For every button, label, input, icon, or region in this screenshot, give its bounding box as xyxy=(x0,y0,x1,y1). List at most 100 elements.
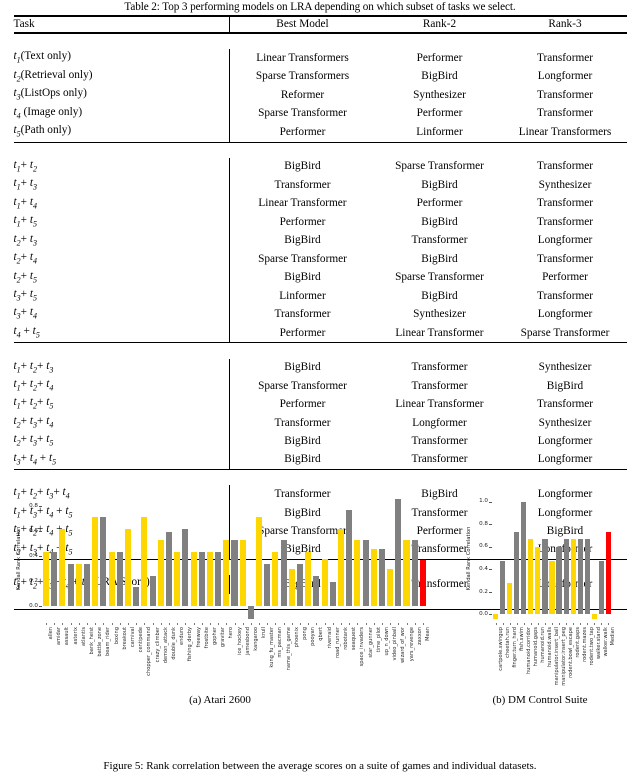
bar xyxy=(362,539,369,606)
bar xyxy=(272,552,279,606)
x-axis-tick-mark xyxy=(316,623,318,626)
paper-page: Table 2: Top 3 performing models on LRA … xyxy=(0,0,640,772)
x-axis-tick-label: kangaroo xyxy=(252,627,259,651)
y-axis-tick-label: 1.0 xyxy=(479,498,488,505)
bar xyxy=(108,552,115,606)
row-task-label: t3+ t4 + t5 xyxy=(13,450,230,470)
row-task-label: t2+ t3 xyxy=(13,231,230,251)
x-axis-tick-label: krull xyxy=(261,627,268,639)
table-row: t2(Retrieval only) Sparse Transformers B… xyxy=(13,67,627,87)
bar xyxy=(570,538,576,615)
row-task-label: t2+ t5 xyxy=(13,268,230,288)
x-axis-tick-mark xyxy=(332,623,334,626)
cell-rank2: Performer xyxy=(416,107,463,120)
x-axis-tick-mark xyxy=(502,623,504,626)
x-axis-tick-mark xyxy=(308,623,310,626)
bar xyxy=(100,517,107,606)
bar xyxy=(92,517,99,606)
column-header-rank3: Rank-3 xyxy=(503,14,627,34)
x-axis-tick-label: walker.stand xyxy=(596,627,603,660)
x-axis-tick-mark xyxy=(168,623,170,626)
bar xyxy=(403,539,410,606)
bar xyxy=(514,532,520,615)
y-axis-tick-mark xyxy=(39,531,42,532)
row-task-label: t2(Retrieval only) xyxy=(13,67,230,87)
x-axis-tick-label: humanoid.run xyxy=(539,627,546,663)
subcaption-a: (a) Atari 2600 xyxy=(189,694,251,706)
x-axis-tick-mark xyxy=(537,623,539,626)
table-header-row: Task Best Model Rank-2 Rank-3 xyxy=(13,14,627,34)
x-axis-tick-mark xyxy=(177,623,178,626)
x-axis-tick-label: cartpole.swingup xyxy=(497,627,504,671)
cell-rank3: Transformer xyxy=(536,107,594,120)
cell-rank2: Sparse Transformer xyxy=(395,271,484,284)
x-axis-tick-mark xyxy=(119,623,121,626)
cell-rank2: Longformer xyxy=(412,416,467,429)
bar xyxy=(337,528,344,606)
bar xyxy=(206,552,213,606)
bar xyxy=(507,582,513,615)
x-axis-tick-mark xyxy=(587,623,589,626)
bar xyxy=(116,552,123,606)
cell-best-model: Performer xyxy=(279,326,326,339)
cell-rank3: Synthesizer xyxy=(538,416,592,429)
x-axis-tick-label: crazy_climber xyxy=(154,627,161,663)
x-axis-tick-mark xyxy=(95,623,97,626)
x-axis-tick-mark xyxy=(422,623,424,626)
y-axis-tick-label: 0.6 xyxy=(29,527,38,534)
y-axis-tick-mark xyxy=(39,556,42,557)
bar xyxy=(499,561,506,615)
x-axis-tick-label: phoenix xyxy=(293,627,300,648)
cell-best-model: Sparse Transformers xyxy=(255,70,350,83)
y-axis-tick-label: 0.0 xyxy=(479,611,488,618)
cell-best-model: Performer xyxy=(279,125,326,138)
column-header-best-model: Best Model xyxy=(229,14,376,34)
cell-rank3: Longformer xyxy=(537,234,593,247)
x-axis-tick-label: up_n_down xyxy=(383,627,390,656)
bar xyxy=(239,539,246,606)
bar xyxy=(59,528,66,606)
bar xyxy=(182,528,189,606)
cell-best-model: BigBird xyxy=(284,271,321,284)
x-axis-tick-mark xyxy=(291,623,293,626)
table-row: t2+ t3+ t4 Transformer Longformer Synthe… xyxy=(13,413,627,433)
x-axis-tick-mark xyxy=(78,623,80,626)
table-row: t1+ t4 Linear Transformer Performer Tran… xyxy=(13,194,627,214)
x-axis-tick-label: Median xyxy=(610,627,617,646)
row-task-label: t1+ t2+ t3 xyxy=(13,358,230,378)
x-axis-tick-label: walker.walk xyxy=(603,627,610,657)
cell-best-model: Transformer xyxy=(274,416,331,429)
cell-best-model: Sparse Transformer xyxy=(258,252,347,265)
cell-best-model: Sparse Transformer xyxy=(258,107,347,120)
x-axis-tick-mark xyxy=(259,623,260,626)
x-axis-tick-label: assault xyxy=(64,627,71,646)
x-axis-tick-label: chopper_command xyxy=(146,627,153,676)
cell-rank2: BigBird xyxy=(421,70,458,83)
cell-rank2: BigBird xyxy=(421,289,458,302)
table-row: t3(ListOps only) Reformer Synthesizer Tr… xyxy=(13,86,627,105)
cell-best-model: Transformer xyxy=(274,178,331,191)
cell-rank2: Linformer xyxy=(416,125,463,138)
bar xyxy=(133,587,140,606)
x-axis-tick-label: riverraid xyxy=(326,627,333,649)
bar xyxy=(141,517,148,606)
x-axis-tick-mark xyxy=(144,623,146,626)
x-axis-tick-mark xyxy=(300,623,301,626)
bar xyxy=(346,509,353,606)
bar xyxy=(411,539,418,606)
group-rule xyxy=(13,141,627,158)
bar xyxy=(280,539,287,606)
column-header-rank2: Rank-2 xyxy=(375,14,504,34)
column-header-task: Task xyxy=(13,14,230,34)
cell-rank2: BigBird xyxy=(421,252,458,265)
x-axis-tick-label: seaquest xyxy=(351,627,358,651)
x-axis-tick-mark xyxy=(283,623,285,626)
group-rule xyxy=(13,469,627,486)
cell-rank2: Transformer xyxy=(411,234,468,247)
table-row: t3+ t4 Transformer Synthesizer Longforme… xyxy=(13,305,627,324)
x-axis-tick-mark xyxy=(70,623,72,626)
y-axis-tick-mark xyxy=(489,591,492,593)
x-axis-tick-mark xyxy=(87,623,88,626)
rule-under-header xyxy=(13,32,627,50)
x-axis-tick-label: boxing xyxy=(113,627,120,645)
